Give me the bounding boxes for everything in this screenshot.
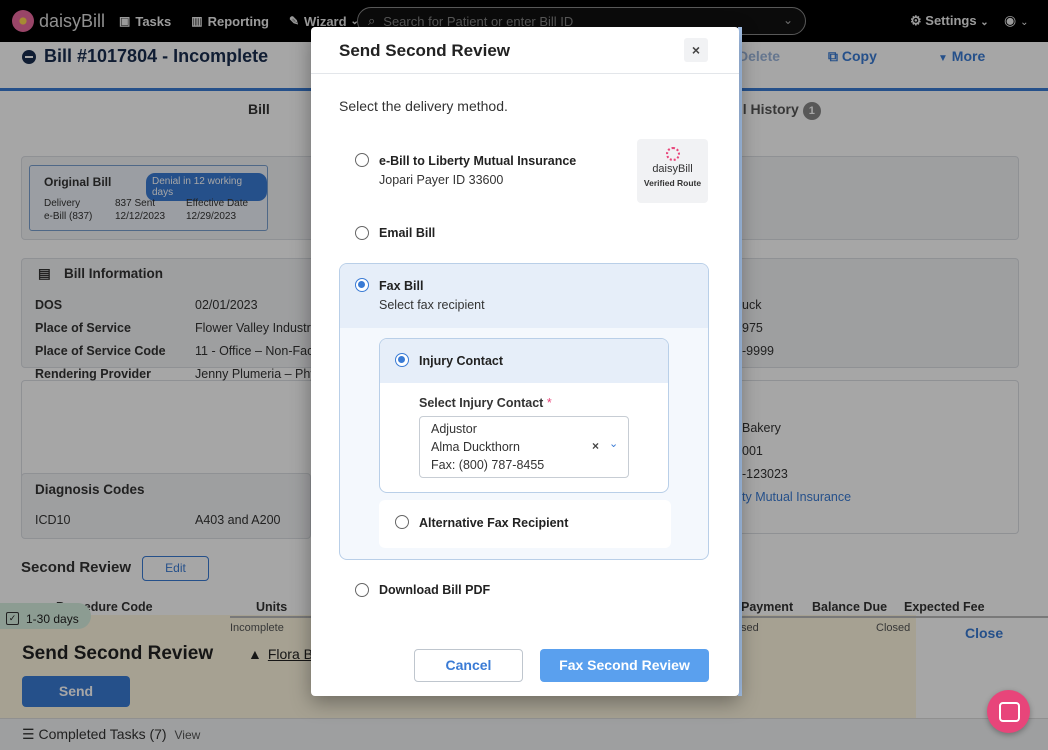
email-option-label[interactable]: Email Bill <box>379 226 435 240</box>
download-option-label[interactable]: Download Bill PDF <box>379 583 490 597</box>
select-line: Fax: (800) 787-8455 <box>431 458 545 472</box>
fax-radio[interactable] <box>355 278 369 292</box>
verified-route-badge: daisyBill Verified Route <box>637 139 708 203</box>
modal-title: Send Second Review <box>339 41 510 60</box>
daisy-logo-icon <box>665 147 680 161</box>
cancel-button[interactable]: Cancel <box>414 649 523 682</box>
select-line: Alma Duckthorn <box>431 440 520 454</box>
verified-route-label: Verified Route <box>643 178 702 188</box>
verified-brand: daisyBill <box>652 163 693 175</box>
select-line: Adjustor <box>431 422 477 436</box>
alternative-fax-radio[interactable] <box>395 515 409 529</box>
close-icon[interactable]: × <box>684 38 708 62</box>
modal-header: Send Second Review × <box>311 27 739 74</box>
clear-icon[interactable]: × <box>592 439 599 453</box>
ebill-radio[interactable] <box>355 153 369 167</box>
send-second-review-modal: Send Second Review × Select the delivery… <box>311 27 739 696</box>
chat-icon[interactable] <box>987 690 1030 733</box>
required-marker: * <box>546 396 552 410</box>
fax-option-label[interactable]: Fax Bill <box>379 279 423 293</box>
select-injury-contact-label: Select Injury Contact * <box>419 396 552 410</box>
injury-contact-label[interactable]: Injury Contact <box>419 354 503 368</box>
injury-contact-radio[interactable] <box>395 353 409 367</box>
ebill-payer-id: Jopari Payer ID 33600 <box>379 173 504 187</box>
delivery-prompt: Select the delivery method. <box>339 98 508 114</box>
chevron-down-icon[interactable]: ⌄ <box>609 437 618 450</box>
select-injury-contact-text: Select Injury Contact <box>419 396 544 410</box>
alternative-fax-label[interactable]: Alternative Fax Recipient <box>419 516 568 530</box>
download-radio[interactable] <box>355 583 369 597</box>
fax-option-sub: Select fax recipient <box>379 298 485 312</box>
fax-option-highlight <box>340 264 708 328</box>
injury-contact-select[interactable]: Adjustor Alma Duckthorn Fax: (800) 787-8… <box>419 416 629 478</box>
email-radio[interactable] <box>355 226 369 240</box>
ebill-option-label[interactable]: e-Bill to Liberty Mutual Insurance <box>379 154 576 168</box>
fax-second-review-button[interactable]: Fax Second Review <box>540 649 709 682</box>
